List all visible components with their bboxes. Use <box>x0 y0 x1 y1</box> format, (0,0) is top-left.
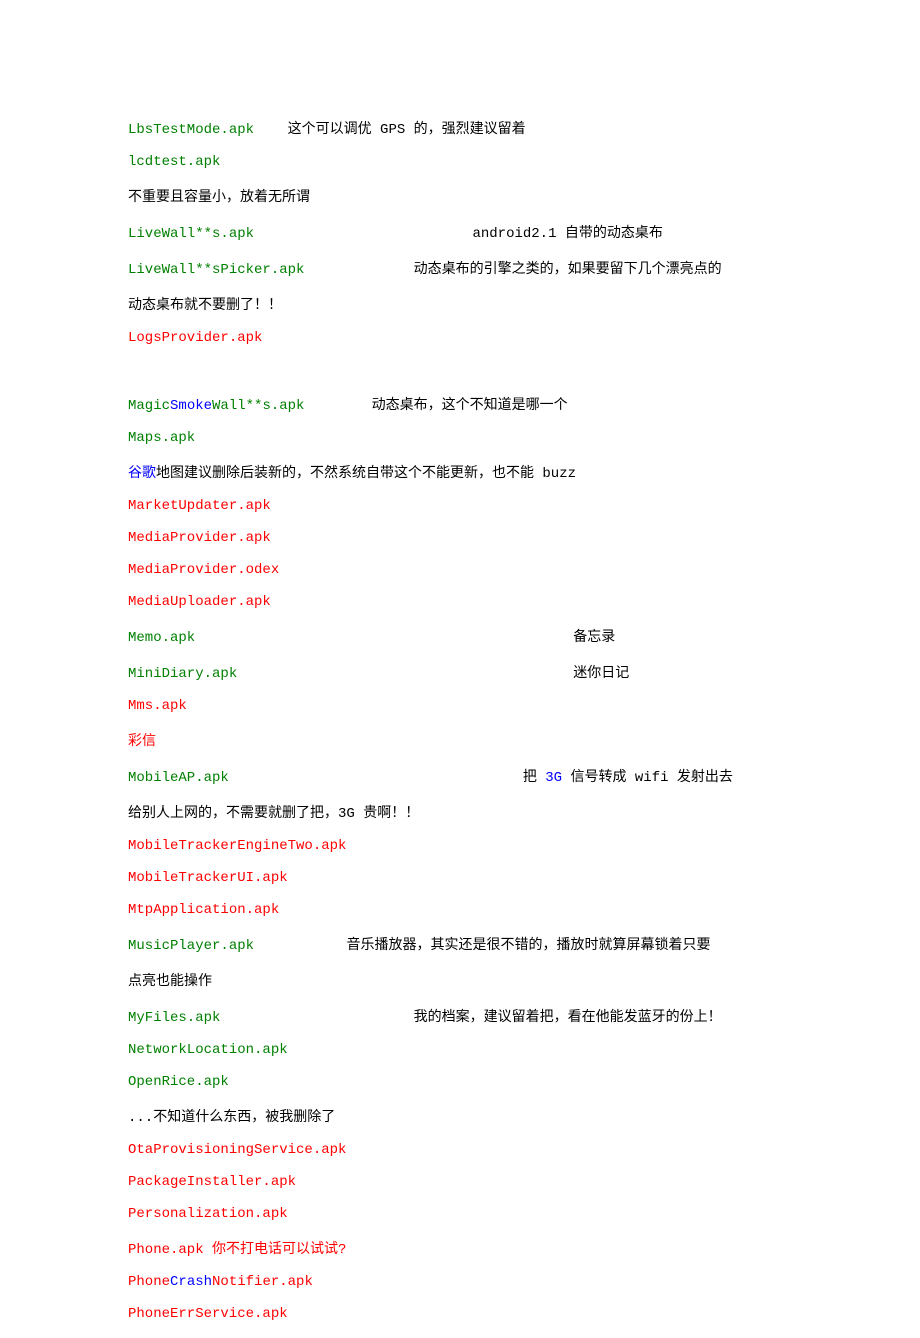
text-segment: MobileTrackerEngineTwo.apk <box>128 838 346 854</box>
text-segment: 动态桌布就不要删了！！ <box>128 298 282 314</box>
text-segment: Smoke <box>170 398 212 414</box>
text-line: ...不知道什么东西，被我删除了 <box>128 1106 792 1126</box>
text-line: OpenRice.apk <box>128 1074 792 1090</box>
text-segment <box>128 362 136 378</box>
text-line: MusicPlayer.apk 音乐播放器，其实还是很不错的，播放时就算屏幕锁着… <box>128 934 792 954</box>
text-line <box>128 362 792 378</box>
text-segment: LogsProvider.apk <box>128 330 262 346</box>
text-segment: NetworkLocation.apk <box>128 1042 288 1058</box>
text-segment: 把 <box>229 770 545 786</box>
text-segment: Notifier.apk <box>212 1274 313 1290</box>
text-line: LiveWall**sPicker.apk 动态桌布的引擎之类的，如果要留下几个… <box>128 258 792 278</box>
text-line: 给别人上网的，不需要就删了把，3G 贵啊！！ <box>128 802 792 822</box>
text-segment: 不重要且容量小，放着无所谓 <box>128 190 310 206</box>
text-segment: LiveWall**s.apk <box>128 226 254 242</box>
text-line: MarketUpdater.apk <box>128 498 792 514</box>
text-segment: 给别人上网的，不需要就删了把，3G 贵啊！！ <box>128 806 419 822</box>
text-line: Maps.apk <box>128 430 792 446</box>
text-segment: Mms.apk <box>128 698 187 714</box>
text-segment: MediaProvider.apk <box>128 530 271 546</box>
text-line: MediaProvider.apk <box>128 530 792 546</box>
text-segment: Maps.apk <box>128 430 195 446</box>
text-line: MagicSmokeWall**s.apk 动态桌布，这个不知道是哪一个 <box>128 394 792 414</box>
text-line: MyFiles.apk 我的档案，建议留着把，看在他能发蓝牙的份上！ <box>128 1006 792 1026</box>
text-segment: 音乐播放器，其实还是很不错的，播放时就算屏幕锁着只要 <box>254 938 710 954</box>
text-line: OtaProvisioningService.apk <box>128 1142 792 1158</box>
text-segment: PhoneErrService.apk <box>128 1306 288 1322</box>
text-line: MobileTrackerUI.apk <box>128 870 792 886</box>
text-segment: Phone <box>128 1274 170 1290</box>
text-segment: MarketUpdater.apk <box>128 498 271 514</box>
text-segment: 3G <box>545 770 562 786</box>
text-line: MtpApplication.apk <box>128 902 792 918</box>
text-segment: lcdtest.apk <box>128 154 220 170</box>
text-line: lcdtest.apk <box>128 154 792 170</box>
text-segment: PackageInstaller.apk <box>128 1174 296 1190</box>
text-segment: 动态桌布，这个不知道是哪一个 <box>304 398 567 414</box>
text-segment: 迷你日记 <box>237 666 629 682</box>
text-segment: MyFiles.apk <box>128 1010 220 1026</box>
text-segment: MediaUploader.apk <box>128 594 271 610</box>
text-segment: 点亮也能操作 <box>128 974 212 990</box>
text-segment: ...不知道什么东西，被我删除了 <box>128 1110 335 1126</box>
text-segment: Phone.apk 你不打电话可以试试? <box>128 1242 346 1258</box>
text-line: LbsTestMode.apk 这个可以调优 GPS 的，强烈建议留着 <box>128 118 792 138</box>
text-line: PackageInstaller.apk <box>128 1174 792 1190</box>
text-line: Phone.apk 你不打电话可以试试? <box>128 1238 792 1258</box>
text-line: MobileAP.apk 把 3G 信号转成 wifi 发射出去 <box>128 766 792 786</box>
text-line: Personalization.apk <box>128 1206 792 1222</box>
text-segment: 这个可以调优 GPS 的，强烈建议留着 <box>254 122 526 138</box>
text-segment: MobileAP.apk <box>128 770 229 786</box>
text-segment: 我的档案，建议留着把，看在他能发蓝牙的份上！ <box>220 1010 721 1026</box>
text-line: 谷歌地图建议删除后装新的，不然系统自带这个不能更新，也不能 buzz <box>128 462 792 482</box>
text-segment: Memo.apk <box>128 630 195 646</box>
text-line: 点亮也能操作 <box>128 970 792 990</box>
text-segment: OtaProvisioningService.apk <box>128 1142 346 1158</box>
text-line: Mms.apk <box>128 698 792 714</box>
text-segment: MediaProvider.odex <box>128 562 279 578</box>
text-segment: 动态桌布的引擎之类的，如果要留下几个漂亮点的 <box>304 262 721 278</box>
text-line: MiniDiary.apk 迷你日记 <box>128 662 792 682</box>
text-segment: LbsTestMode.apk <box>128 122 254 138</box>
text-segment: 地图建议删除后装新的，不然系统自带这个不能更新，也不能 buzz <box>156 466 576 482</box>
text-line: 彩信 <box>128 730 792 750</box>
text-segment: Crash <box>170 1274 212 1290</box>
text-line: LiveWall**s.apk android2.1 自带的动态桌布 <box>128 222 792 242</box>
text-segment: OpenRice.apk <box>128 1074 229 1090</box>
text-line: PhoneCrashNotifier.apk <box>128 1274 792 1290</box>
text-segment: 信号转成 wifi 发射出去 <box>562 770 733 786</box>
text-line: LogsProvider.apk <box>128 330 792 346</box>
text-line: MediaUploader.apk <box>128 594 792 610</box>
document-content: LbsTestMode.apk 这个可以调优 GPS 的，强烈建议留着 lcdte… <box>128 118 792 1322</box>
text-line: 动态桌布就不要删了！！ <box>128 294 792 314</box>
text-line: 不重要且容量小，放着无所谓 <box>128 186 792 206</box>
text-segment: Wall**s.apk <box>212 398 304 414</box>
text-line: MediaProvider.odex <box>128 562 792 578</box>
text-segment: LiveWall**sPicker.apk <box>128 262 304 278</box>
text-line: PhoneErrService.apk <box>128 1306 792 1322</box>
text-segment: Magic <box>128 398 170 414</box>
text-segment: 彩信 <box>128 734 156 750</box>
text-segment: android2.1 自带的动态桌布 <box>254 226 663 242</box>
text-segment: MusicPlayer.apk <box>128 938 254 954</box>
text-segment: MiniDiary.apk <box>128 666 237 682</box>
text-line: NetworkLocation.apk <box>128 1042 792 1058</box>
text-line: MobileTrackerEngineTwo.apk <box>128 838 792 854</box>
text-segment: 备忘录 <box>195 630 615 646</box>
text-segment: Personalization.apk <box>128 1206 288 1222</box>
text-segment: 谷歌 <box>128 466 156 482</box>
text-segment: MtpApplication.apk <box>128 902 279 918</box>
text-line: Memo.apk 备忘录 <box>128 626 792 646</box>
text-segment: MobileTrackerUI.apk <box>128 870 288 886</box>
